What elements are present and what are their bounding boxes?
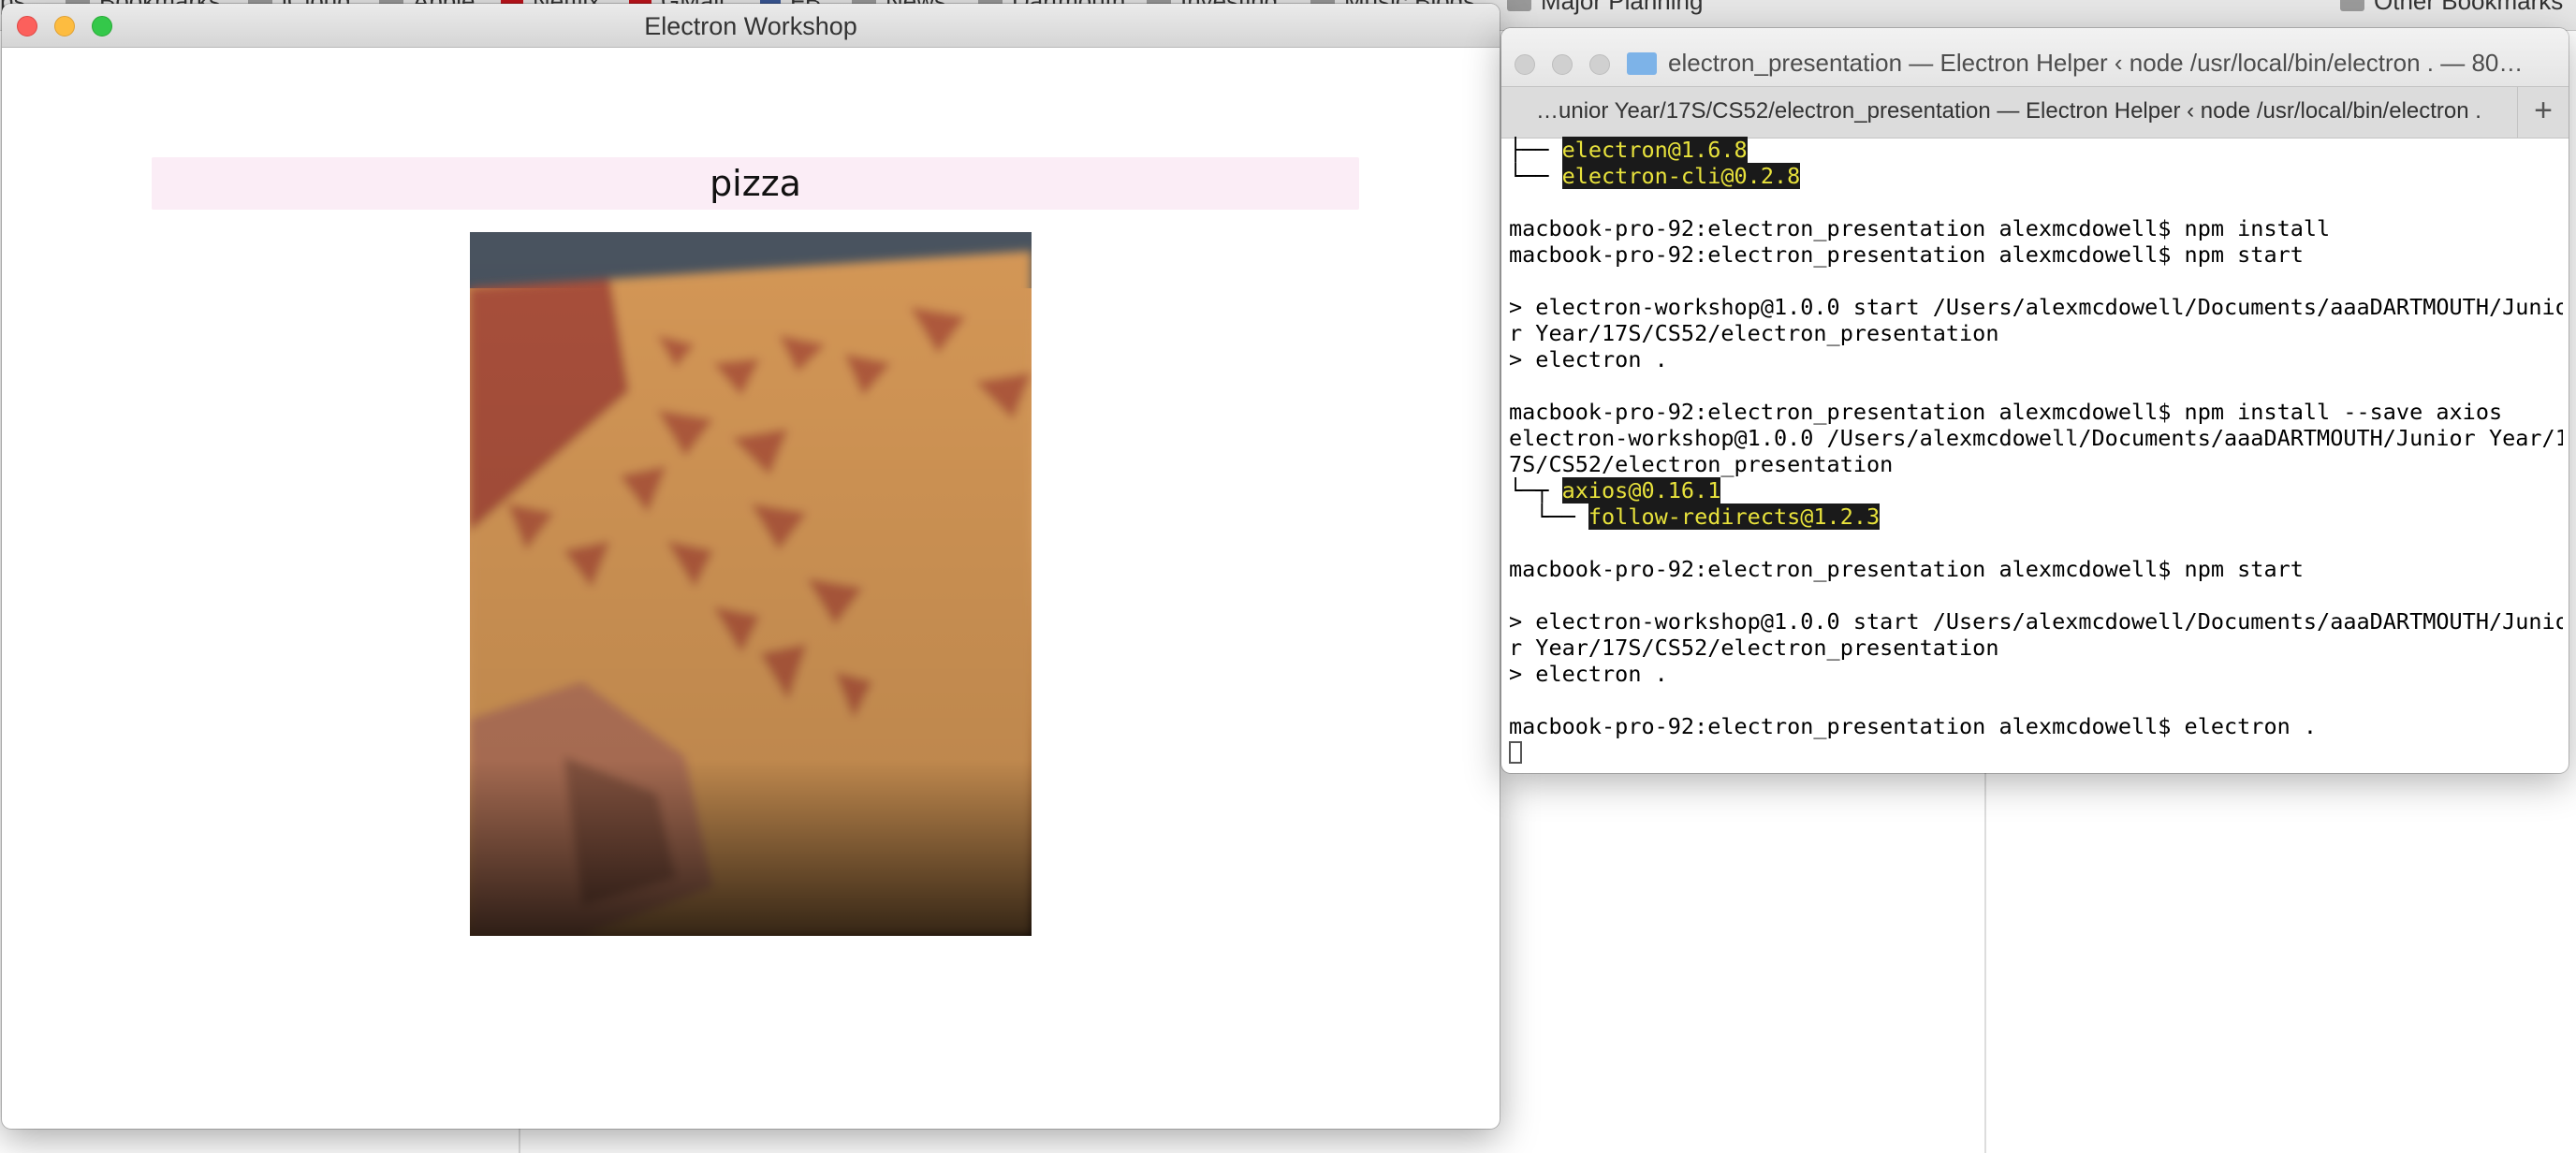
terminal-line: ├── electron@1.6.8 (1509, 137, 2563, 163)
terminal-line-text: > electron-workshop@1.0.0 start /Users/a… (1509, 608, 2563, 635)
gif-result-image (470, 232, 1032, 936)
terminal-cursor (1509, 741, 1522, 764)
terminal-title: electron_presentation — Electron Helper … (1627, 49, 2559, 78)
folder-icon (1507, 0, 1531, 11)
terminal-window: electron_presentation — Electron Helper … (1501, 28, 2569, 773)
terminal-line: └── electron-cli@0.2.8 (1509, 163, 2563, 189)
terminal-prompt-line[interactable] (1509, 739, 2563, 766)
terminal-line: └─┬ axios@0.16.1 (1509, 477, 2563, 504)
window-title: Electron Workshop (644, 12, 857, 40)
close-window-button[interactable] (1515, 54, 1535, 75)
folder-icon (2340, 0, 2364, 11)
terminal-line: 7S/CS52/electron_presentation (1509, 451, 2563, 477)
terminal-line: macbook-pro-92:electron_presentation ale… (1509, 241, 2563, 268)
search-bar[interactable] (152, 157, 1359, 210)
terminal-line: electron-workshop@1.0.0 /Users/alexmcdow… (1509, 425, 2563, 451)
terminal-line-text: electron-workshop@1.0.0 /Users/alexmcdow… (1509, 425, 2563, 451)
terminal-line: r Year/17S/CS52/electron_presentation (1509, 635, 2563, 661)
terminal-line-text: macbook-pro-92:electron_presentation ale… (1509, 215, 2331, 241)
terminal-line: macbook-pro-92:electron_presentation ale… (1509, 215, 2563, 241)
terminal-line-text: > electron . (1509, 346, 1668, 372)
terminal-line: > electron-workshop@1.0.0 start /Users/a… (1509, 294, 2563, 320)
tree-branch: └─┬ (1509, 477, 1562, 504)
package-name: axios@0.16.1 (1561, 477, 1721, 504)
terminal-line: macbook-pro-92:electron_presentation ale… (1509, 399, 2563, 425)
terminal-line: macbook-pro-92:electron_presentation ale… (1509, 713, 2563, 739)
pizza-box-photo (470, 232, 1032, 936)
terminal-line-text: 7S/CS52/electron_presentation (1509, 451, 1894, 477)
terminal-line-text: macbook-pro-92:electron_presentation ale… (1509, 241, 2304, 268)
terminal-line: > electron-workshop@1.0.0 start /Users/a… (1509, 608, 2563, 635)
folder-icon (1627, 51, 1657, 75)
electron-window: Electron Workshop (2, 4, 1500, 1129)
terminal-line-text: macbook-pro-92:electron_presentation ale… (1509, 556, 2304, 582)
terminal-title-text: electron_presentation — Electron Helper … (1668, 49, 2524, 77)
terminal-line: > electron . (1509, 661, 2563, 687)
package-name: electron@1.6.8 (1561, 137, 1748, 163)
add-tab-button[interactable]: + (2517, 87, 2569, 138)
terminal-tab[interactable]: …unior Year/17S/CS52/electron_presentati… (1501, 98, 2516, 124)
terminal-tab-bar: …unior Year/17S/CS52/electron_presentati… (1501, 86, 2569, 139)
minimize-window-button[interactable] (1552, 54, 1573, 75)
window-titlebar[interactable]: Electron Workshop (2, 4, 1500, 48)
terminal-line-text: macbook-pro-92:electron_presentation ale… (1509, 399, 2503, 425)
bookmark-item[interactable]: Major Planning (1507, 0, 1703, 16)
maximize-window-button[interactable] (1589, 54, 1610, 75)
terminal-line-text: r Year/17S/CS52/electron_presentation (1509, 635, 1999, 661)
package-name: electron-cli@0.2.8 (1561, 163, 1801, 189)
tree-branch: └── (1509, 163, 1562, 189)
terminal-line: r Year/17S/CS52/electron_presentation (1509, 320, 2563, 346)
terminal-line-text: > electron . (1509, 661, 1668, 687)
search-input[interactable] (152, 157, 1359, 210)
bookmark-label: Other Bookmarks (2374, 0, 2564, 15)
tree-branch: ├── (1509, 137, 1562, 163)
terminal-line: > electron . (1509, 346, 2563, 372)
bookmark-label: Major Planning (1541, 0, 1704, 15)
package-name: follow-redirects@1.2.3 (1588, 504, 1881, 530)
terminal-line-text: r Year/17S/CS52/electron_presentation (1509, 320, 1999, 346)
bookmark-item[interactable]: Other Bookmarks (2340, 0, 2563, 16)
tree-branch: └── (1509, 504, 1588, 530)
terminal-line: macbook-pro-92:electron_presentation ale… (1509, 556, 2563, 582)
terminal-output[interactable]: ├── electron@1.6.8 └── electron-cli@0.2.8… (1509, 137, 2563, 773)
terminal-line-text: > electron-workshop@1.0.0 start /Users/a… (1509, 294, 2563, 320)
terminal-line-text: macbook-pro-92:electron_presentation ale… (1509, 713, 2318, 739)
terminal-line: └── follow-redirects@1.2.3 (1509, 504, 2563, 530)
